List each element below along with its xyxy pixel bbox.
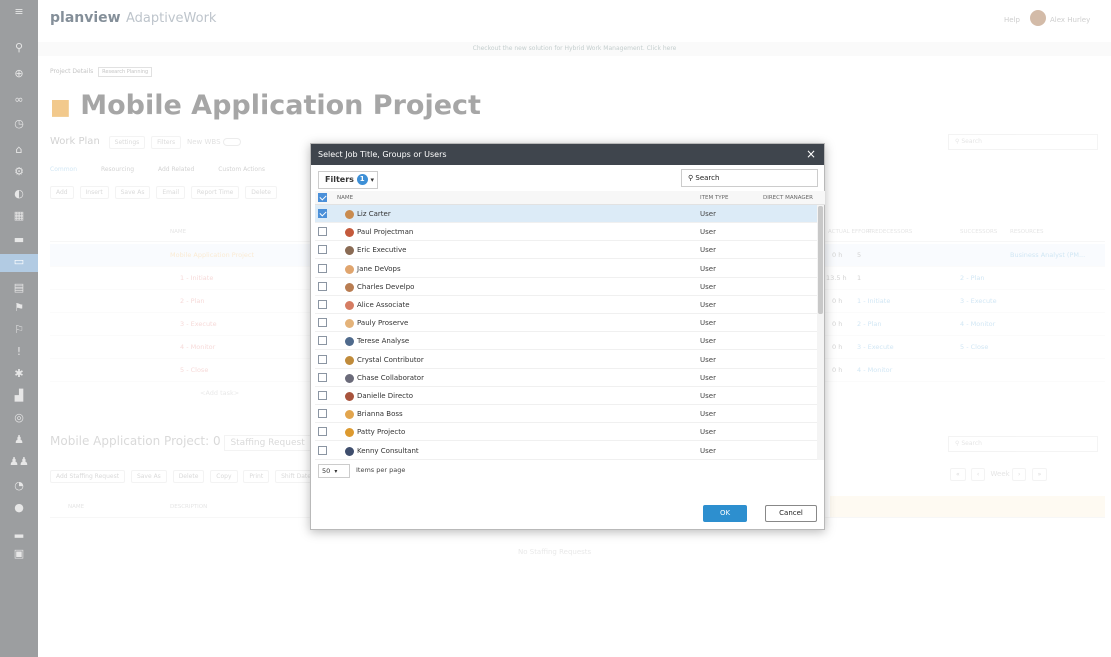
search-input[interactable]: ⚲ Search (681, 169, 818, 187)
avatar (345, 301, 354, 310)
search-icon: ⚲ (688, 174, 694, 182)
user-name: Crystal Contributor (357, 355, 424, 364)
filters-count-badge: 1 (356, 174, 368, 185)
search-placeholder: Search (695, 174, 720, 182)
filters-button[interactable]: Filters 1 ▾ (318, 171, 378, 189)
dialog-title: Select Job Title, Groups or Users (311, 144, 824, 165)
user-name: Liz Carter (357, 210, 391, 218)
avatar (345, 210, 354, 219)
avatar (345, 264, 354, 274)
col-name[interactable]: NAME (337, 191, 353, 205)
scrollbar-thumb[interactable] (818, 206, 823, 314)
item-type: User (700, 446, 716, 455)
avatar (345, 355, 354, 365)
row-checkbox[interactable] (318, 281, 327, 291)
list-item[interactable]: Crystal Contributor User (315, 351, 817, 369)
list-item[interactable]: Pauly Proserve User (315, 314, 817, 333)
dialog-table-header: NAME ITEM TYPE DIRECT MANAGER (315, 191, 825, 205)
chevron-down-icon: ▾ (334, 468, 338, 475)
list-item[interactable]: Chase Collaborator User (315, 369, 817, 387)
ok-button[interactable]: OK (703, 505, 747, 522)
close-icon[interactable]: × (804, 146, 818, 162)
col-direct-manager[interactable]: DIRECT MANAGER (763, 191, 813, 205)
row-checkbox[interactable] (318, 209, 327, 218)
item-type: User (700, 392, 716, 400)
chevron-down-icon: ▾ (370, 176, 375, 184)
item-type: User (700, 355, 716, 364)
select-all-checkbox[interactable] (318, 193, 327, 202)
row-checkbox[interactable] (318, 445, 327, 455)
list-item[interactable]: Alice Associate User (315, 296, 817, 314)
avatar (345, 337, 354, 347)
user-name: Alice Associate (357, 301, 410, 309)
dialog-user-list: Liz Carter User Paul Projectman User Eric Ex… (311, 205, 817, 460)
avatar (345, 392, 354, 401)
row-checkbox[interactable] (318, 427, 327, 437)
list-item[interactable]: Jane DeVops User (315, 260, 817, 278)
user-name: Eric Executive (357, 246, 407, 255)
list-item[interactable]: Terese Analyse User (315, 332, 817, 351)
items-per-page-label: Items per page (356, 466, 406, 474)
item-type: User (700, 410, 716, 419)
avatar (345, 282, 354, 292)
list-item[interactable]: Danielle Directo User (315, 387, 817, 405)
row-checkbox[interactable] (318, 300, 327, 309)
row-checkbox[interactable] (318, 391, 327, 400)
item-type: User (700, 337, 716, 346)
row-checkbox[interactable] (318, 336, 327, 346)
row-checkbox[interactable] (318, 245, 327, 255)
select-users-dialog: Select Job Title, Groups or Users × Filt… (310, 143, 825, 530)
avatar (345, 246, 354, 256)
items-per-page-select[interactable]: 50 ▾ (318, 464, 350, 478)
user-name: Charles Develpo (357, 282, 415, 291)
list-item[interactable]: Eric Executive User (315, 241, 817, 260)
item-type: User (700, 264, 716, 273)
row-checkbox[interactable] (318, 354, 327, 364)
user-name: Chase Collaborator (357, 373, 424, 382)
item-type: User (700, 228, 716, 237)
item-type: User (700, 373, 716, 382)
item-type: User (700, 319, 716, 328)
items-per-page-value: 50 (322, 467, 331, 475)
filters-label: Filters (325, 175, 354, 184)
row-checkbox[interactable] (318, 263, 327, 273)
row-checkbox[interactable] (318, 409, 327, 419)
avatar (345, 319, 354, 329)
list-item[interactable]: Charles Develpo User (315, 278, 817, 296)
avatar (345, 428, 354, 438)
user-name: Terese Analyse (357, 337, 410, 346)
item-type: User (700, 428, 716, 437)
avatar (345, 373, 354, 383)
col-item-type[interactable]: ITEM TYPE (700, 191, 728, 205)
item-type: User (700, 282, 716, 291)
avatar (345, 228, 354, 238)
list-item[interactable]: Brianna Boss User (315, 405, 817, 424)
user-name: Brianna Boss (357, 410, 403, 419)
user-name: Jane DeVops (357, 264, 401, 273)
item-type: User (700, 301, 716, 309)
user-name: Patty Projecto (357, 428, 406, 437)
avatar (345, 446, 354, 456)
cancel-button[interactable]: Cancel (765, 505, 817, 522)
list-item[interactable]: Paul Projectman User (315, 223, 817, 242)
list-item[interactable]: Patty Projecto User (315, 423, 817, 442)
row-checkbox[interactable] (318, 318, 327, 328)
list-item[interactable]: Liz Carter User (315, 205, 817, 223)
user-name: Danielle Directo (357, 392, 414, 400)
row-checkbox[interactable] (318, 227, 327, 237)
list-item[interactable]: Kenny Consultant User (315, 442, 817, 460)
item-type: User (700, 210, 716, 218)
user-name: Kenny Consultant (357, 446, 419, 455)
item-type: User (700, 246, 716, 255)
row-checkbox[interactable] (318, 372, 327, 382)
user-name: Pauly Proserve (357, 319, 409, 328)
avatar (345, 410, 354, 420)
user-name: Paul Projectman (357, 228, 414, 237)
